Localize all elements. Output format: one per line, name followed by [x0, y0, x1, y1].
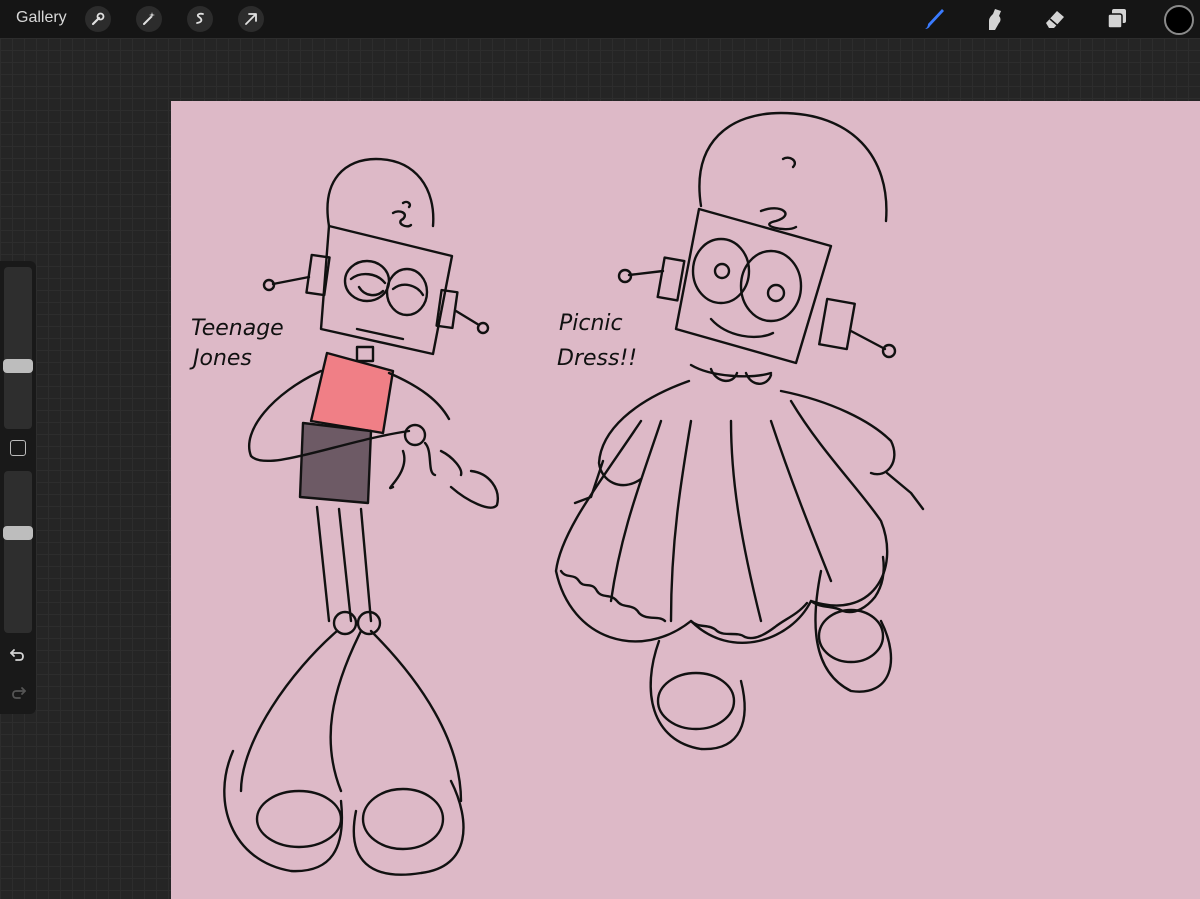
layers-icon: [1107, 9, 1126, 29]
drawing-canvas[interactable]: Teenage Jones Picnic Dress!!: [171, 101, 1200, 899]
gallery-button[interactable]: Gallery: [16, 9, 67, 27]
transform-arrow-icon: [245, 13, 257, 25]
selection-s-icon: [196, 12, 204, 24]
brush-tool-button[interactable]: [920, 5, 948, 33]
wrench-icon: [91, 12, 105, 26]
robot-left-pants: [298, 421, 373, 505]
label-dress: Dress!!: [557, 346, 637, 371]
selection-button[interactable]: [187, 6, 213, 32]
eraser-icon: [1046, 11, 1064, 28]
undo-icon[interactable]: [8, 644, 28, 664]
sketch-drawing: Teenage Jones Picnic Dress!!: [189, 111, 925, 876]
brush-icon: [925, 9, 944, 29]
magic-wand-icon: [143, 12, 155, 25]
redo-icon[interactable]: [8, 682, 28, 702]
transform-button[interactable]: [238, 6, 264, 32]
brush-size-slider[interactable]: [3, 267, 33, 429]
layers-button[interactable]: [1103, 5, 1131, 33]
label-teenage: Teenage: [191, 316, 284, 341]
modify-button[interactable]: [10, 440, 26, 456]
robot-left-head-dome: [326, 157, 435, 228]
actions-wrench-button[interactable]: [85, 6, 111, 32]
adjustments-button[interactable]: [136, 6, 162, 32]
label-jones: Jones: [189, 346, 252, 371]
top-toolbar: Gallery: [0, 0, 1200, 38]
color-picker-button[interactable]: [1164, 5, 1194, 35]
eraser-tool-button[interactable]: [1041, 5, 1069, 33]
label-picnic: Picnic: [559, 311, 623, 336]
smudge-icon: [989, 9, 1001, 30]
left-sidebar: [0, 261, 36, 714]
brush-opacity-thumb[interactable]: [3, 526, 33, 540]
brush-size-thumb[interactable]: [3, 359, 33, 373]
brush-opacity-slider[interactable]: [3, 471, 33, 633]
robot-left-shirt: [309, 351, 395, 435]
robot-right-dress: [554, 399, 889, 644]
robot-right-face: [674, 207, 833, 365]
smudge-tool-button[interactable]: [980, 5, 1008, 33]
